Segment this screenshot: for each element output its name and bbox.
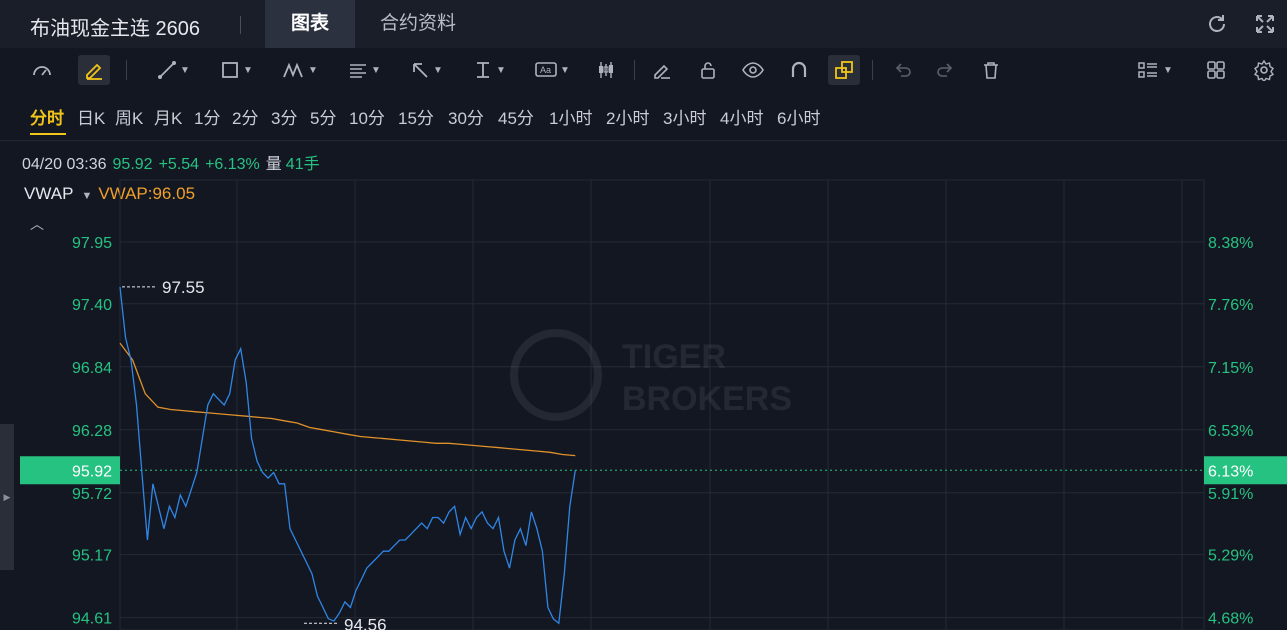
y-tick-label: 96.84 [72,360,112,377]
y-tick-pct-label: 5.29% [1208,548,1253,565]
y-tick-label: 96.28 [72,423,112,440]
y-tick-pct-label: 4.68% [1208,611,1253,628]
y-tick-pct-label: 7.15% [1208,360,1253,377]
y-tick-pct-label: 5.91% [1208,486,1253,503]
y-tick-label: 97.95 [72,235,112,252]
price-chart: TIGER BROKERS 97.95 8.38% 97.40 7.76% 96.84 7… [20,179,1287,630]
watermark: TIGER BROKERS [510,329,792,421]
low-price-label: 94.56 [344,615,387,630]
y-tick-label: 94.61 [72,611,112,628]
y-tick-pct-label: 6.53% [1208,423,1253,440]
y-tick-pct-label: 8.38% [1208,235,1253,252]
y-tick-label: 95.17 [72,548,112,565]
vwap-series-line [119,342,576,457]
high-price-label: 97.55 [162,278,205,297]
y-tick-label: 97.40 [72,297,112,314]
svg-text:BROKERS: BROKERS [622,380,792,418]
y-tick-pct-label: 7.76% [1208,297,1253,314]
current-price-label: 95.92 [72,463,112,480]
current-pct-label: 6.13% [1208,463,1253,480]
svg-text:TIGER: TIGER [622,338,726,376]
y-tick-label: 95.72 [72,486,112,503]
price-series-line [119,286,576,625]
